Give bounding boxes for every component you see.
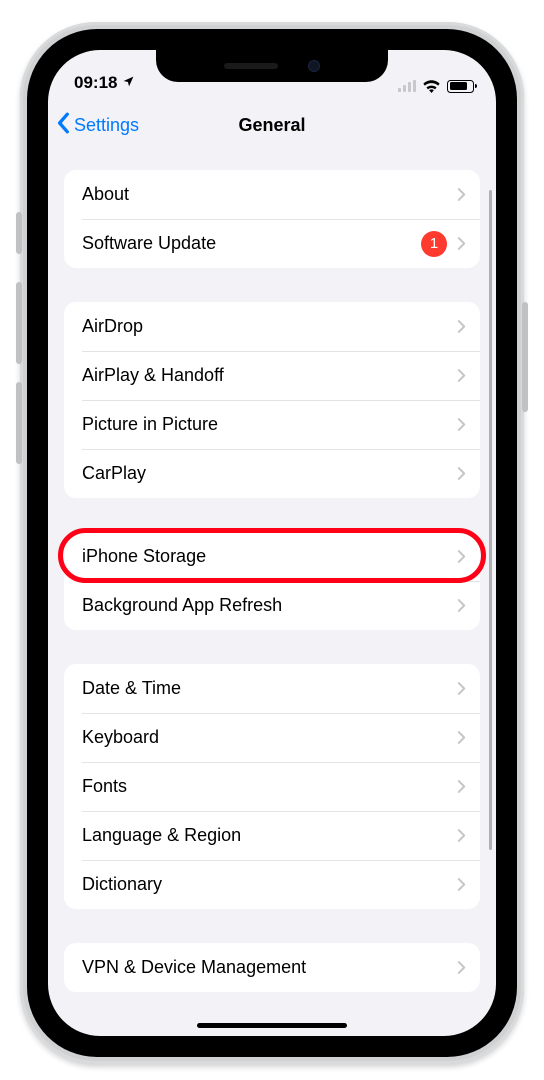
- row-dictionary[interactable]: Dictionary: [64, 860, 480, 909]
- settings-group: iPhone Storage Background App Refresh: [64, 532, 480, 630]
- row-software-update[interactable]: Software Update1: [64, 219, 480, 268]
- chevron-right-icon: [457, 730, 466, 745]
- screen: 09:18: [48, 50, 496, 1036]
- chevron-right-icon: [457, 779, 466, 794]
- row-label: iPhone Storage: [82, 546, 457, 567]
- row-airplay-handoff[interactable]: AirPlay & Handoff: [64, 351, 480, 400]
- chevron-right-icon: [457, 236, 466, 251]
- chevron-right-icon: [457, 681, 466, 696]
- chevron-right-icon: [457, 417, 466, 432]
- settings-group: VPN & Device Management: [64, 943, 480, 992]
- chevron-right-icon: [457, 828, 466, 843]
- chevron-right-icon: [457, 960, 466, 975]
- page-title: General: [238, 115, 305, 136]
- chevron-right-icon: [457, 598, 466, 613]
- nav-bar: Settings General: [48, 102, 496, 148]
- settings-list[interactable]: About Software Update1 AirDrop AirPlay & Ha…: [48, 148, 496, 1036]
- row-date-time[interactable]: Date & Time: [64, 664, 480, 713]
- chevron-right-icon: [457, 549, 466, 564]
- scroll-indicator: [489, 190, 492, 850]
- row-label: Keyboard: [82, 727, 457, 748]
- row-label: Dictionary: [82, 874, 457, 895]
- row-airdrop[interactable]: AirDrop: [64, 302, 480, 351]
- status-time: 09:18: [74, 73, 117, 93]
- row-language-region[interactable]: Language & Region: [64, 811, 480, 860]
- volume-up-button: [16, 282, 22, 364]
- silent-switch: [16, 212, 22, 254]
- battery-icon: [447, 80, 474, 93]
- row-carplay[interactable]: CarPlay: [64, 449, 480, 498]
- row-label: About: [82, 184, 457, 205]
- row-about[interactable]: About: [64, 170, 480, 219]
- speaker-icon: [224, 63, 278, 69]
- row-label: Fonts: [82, 776, 457, 797]
- chevron-right-icon: [457, 368, 466, 383]
- notification-badge: 1: [421, 231, 447, 257]
- row-label: Language & Region: [82, 825, 457, 846]
- settings-group: AirDrop AirPlay & Handoff Picture in Pictu…: [64, 302, 480, 498]
- chevron-right-icon: [457, 319, 466, 334]
- row-label: Picture in Picture: [82, 414, 457, 435]
- chevron-left-icon: [56, 112, 72, 139]
- row-picture-in-picture[interactable]: Picture in Picture: [64, 400, 480, 449]
- notch: [156, 50, 388, 82]
- row-label: VPN & Device Management: [82, 957, 457, 978]
- settings-group: About Software Update1: [64, 170, 480, 268]
- row-iphone-storage[interactable]: iPhone Storage: [64, 532, 480, 581]
- row-keyboard[interactable]: Keyboard: [64, 713, 480, 762]
- row-background-app-refresh[interactable]: Background App Refresh: [64, 581, 480, 630]
- side-button: [522, 302, 528, 412]
- bezel: 09:18: [34, 36, 510, 1050]
- chevron-right-icon: [457, 877, 466, 892]
- cellular-icon: [398, 80, 416, 92]
- front-camera-icon: [308, 60, 320, 72]
- row-label: AirPlay & Handoff: [82, 365, 457, 386]
- chevron-right-icon: [457, 187, 466, 202]
- wifi-icon: [422, 79, 441, 93]
- chevron-right-icon: [457, 466, 466, 481]
- home-indicator[interactable]: [197, 1023, 347, 1028]
- row-label: AirDrop: [82, 316, 457, 337]
- settings-group: Date & Time Keyboard Fonts Language & Regio…: [64, 664, 480, 909]
- back-label: Settings: [74, 115, 139, 136]
- back-button[interactable]: Settings: [56, 102, 139, 148]
- row-vpn-device-management[interactable]: VPN & Device Management: [64, 943, 480, 992]
- row-label: Software Update: [82, 233, 421, 254]
- row-label: Date & Time: [82, 678, 457, 699]
- iphone-frame: 09:18: [20, 22, 524, 1064]
- row-label: Background App Refresh: [82, 595, 457, 616]
- row-label: CarPlay: [82, 463, 457, 484]
- location-icon: [122, 73, 135, 93]
- volume-down-button: [16, 382, 22, 464]
- row-fonts[interactable]: Fonts: [64, 762, 480, 811]
